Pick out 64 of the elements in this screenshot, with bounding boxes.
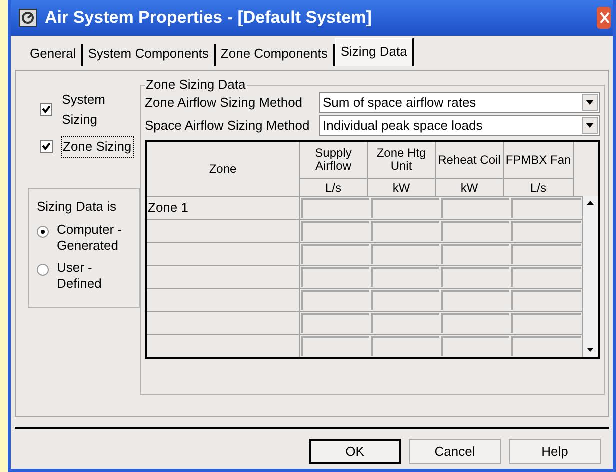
close-icon[interactable] — [597, 7, 611, 29]
table-cell[interactable] — [511, 290, 581, 310]
table-cell[interactable] — [371, 290, 439, 310]
table-cell[interactable] — [371, 244, 439, 264]
dropdown[interactable]: Sum of space airflow rates — [319, 92, 600, 113]
table-cell[interactable] — [301, 336, 369, 356]
unit-header: L/s — [324, 180, 342, 196]
table-cell[interactable] — [441, 267, 509, 287]
radio-label: Computer - Generated — [57, 222, 124, 254]
table-cell[interactable] — [301, 244, 369, 264]
group-title: Sizing Data is — [37, 198, 118, 216]
radio-button[interactable] — [37, 264, 49, 276]
table-cell[interactable] — [511, 313, 581, 333]
table-cell[interactable] — [441, 313, 509, 333]
table-cell[interactable] — [511, 198, 581, 218]
table-cell[interactable] — [371, 221, 439, 241]
checkbox-label[interactable]: System Sizing — [60, 89, 140, 130]
group-title: Zone Sizing Data — [145, 77, 247, 93]
unit-header: L/s — [529, 180, 548, 196]
row-label: Zone 1 — [147, 197, 300, 219]
unit-header: kW — [392, 180, 412, 196]
table-cell[interactable] — [301, 198, 369, 218]
table-cell[interactable] — [371, 267, 439, 287]
table-cell[interactable] — [301, 221, 369, 241]
table-cell[interactable] — [441, 198, 509, 218]
table-cell[interactable] — [511, 267, 581, 287]
table-cell[interactable] — [371, 313, 439, 333]
dialog-button[interactable]: Help — [509, 439, 601, 464]
table-cell[interactable] — [301, 290, 369, 310]
table-cell[interactable] — [371, 336, 439, 356]
table-cell[interactable] — [371, 198, 439, 218]
app-icon — [19, 9, 37, 27]
table-cell[interactable] — [301, 267, 369, 287]
column-header: Zone Htg Unit — [368, 142, 435, 179]
checkbox[interactable] — [40, 103, 52, 116]
dropdown-value: Sum of space airflow rates — [323, 94, 478, 112]
tab[interactable]: Sizing Data — [334, 38, 414, 66]
column-header: FPMBX Fan — [504, 142, 573, 179]
column-header: Supply Airflow — [300, 142, 367, 179]
field-label: Zone Airflow Sizing Method — [145, 94, 304, 112]
field-label: Space Airflow Sizing Method — [145, 116, 311, 135]
dialog-button[interactable]: OK — [309, 439, 401, 464]
table-cell[interactable] — [301, 313, 369, 333]
scrollbar[interactable] — [582, 196, 598, 357]
column-header: Reheat Coil — [436, 142, 503, 179]
dropdown-value: Individual peak space loads — [323, 116, 484, 135]
checkbox[interactable] — [40, 140, 53, 154]
table-cell[interactable] — [511, 221, 581, 241]
checkbox-label[interactable]: Zone Sizing — [61, 136, 134, 158]
radio-button[interactable] — [37, 226, 49, 238]
table-cell[interactable] — [441, 290, 509, 310]
radio-label: User - Defined — [57, 260, 103, 292]
table-cell[interactable] — [511, 244, 581, 264]
tab[interactable]: General — [25, 44, 84, 66]
dropdown[interactable]: Individual peak space loads — [319, 115, 600, 136]
table-cell[interactable] — [511, 336, 581, 356]
window-title: Air System Properties - [Default System] — [45, 7, 373, 30]
table-cell[interactable] — [441, 336, 509, 356]
column-header: Zone — [208, 160, 238, 178]
dialog-button[interactable]: Cancel — [409, 439, 501, 464]
unit-header: kW — [460, 180, 480, 196]
tab[interactable]: System Components — [83, 44, 216, 66]
table-cell[interactable] — [441, 244, 509, 264]
table-cell[interactable] — [441, 221, 509, 241]
